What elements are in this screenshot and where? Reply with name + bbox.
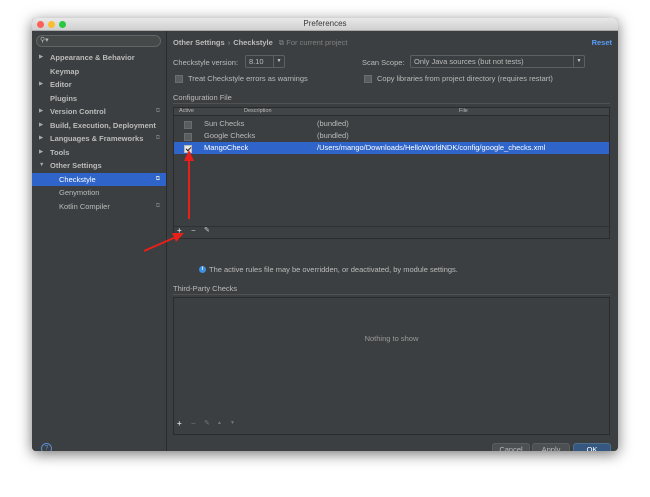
annotation-arrows [143,150,194,252]
annotation-arrow-diagonal [143,233,184,252]
annotation-arrow-up [184,150,194,219]
